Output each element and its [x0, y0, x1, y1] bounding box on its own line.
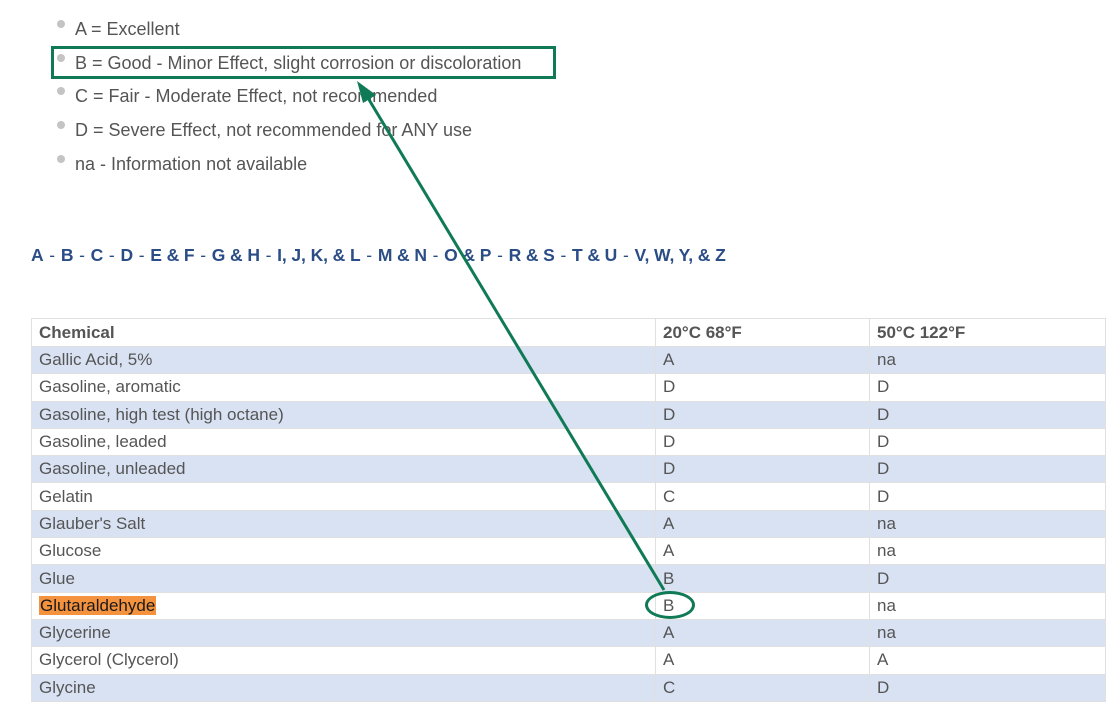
- rating-20c-cell: A: [655, 537, 870, 566]
- chemical-cell: Gelatin: [31, 482, 656, 511]
- table-row: Glutaraldehyde Bna: [31, 591, 1106, 620]
- table-row: Gasoline, high test (high octane) D D: [31, 400, 1106, 429]
- rating-50c-cell: D: [869, 564, 1106, 593]
- rating-legend: A = Excellent B = Good - Minor Effect, sl…: [55, 15, 521, 183]
- legend-item: C = Fair - Moderate Effect, not recommen…: [55, 82, 521, 116]
- chemical-cell: Glauber's Salt: [31, 509, 656, 539]
- chemical-cell: Glycerol (Clycerol): [31, 646, 656, 675]
- nav-separator: -: [361, 245, 377, 265]
- nav-separator: -: [74, 245, 90, 265]
- header-chemical: Chemical: [31, 318, 656, 347]
- rating-20c-cell: D: [655, 373, 870, 402]
- chemical-cell: Glue: [31, 564, 656, 593]
- rating-20c-cell: C: [655, 482, 870, 511]
- chemical-cell: Glucose: [31, 537, 656, 566]
- rating-20c-cell: D: [655, 455, 870, 484]
- rating-50c-cell: na: [869, 618, 1106, 648]
- legend-item-text: A = Excellent: [75, 19, 180, 39]
- legend-item: na - Information not available: [55, 150, 521, 184]
- legend-item: A = Excellent: [55, 15, 521, 49]
- chemical-cell: Gasoline, leaded: [31, 427, 656, 457]
- header-50c: 50°C 122°F: [869, 318, 1106, 347]
- rating-50c-cell: na: [869, 591, 1106, 620]
- nav-link[interactable]: B: [61, 245, 74, 265]
- nav-separator: -: [492, 245, 508, 265]
- rating-50c-cell: D: [869, 427, 1106, 457]
- nav-link[interactable]: C: [91, 245, 104, 265]
- legend-highlight-box: [51, 46, 556, 79]
- chemical-cell: Glycerine: [31, 618, 656, 648]
- rating-50c-cell: D: [869, 455, 1106, 484]
- nav-link[interactable]: E & F: [150, 245, 194, 265]
- nav-link[interactable]: R & S: [509, 245, 555, 265]
- chemical-cell: Glycine: [31, 673, 656, 702]
- rating-50c-cell: D: [869, 673, 1106, 702]
- table-row: Glycerol (Clycerol) A A: [31, 646, 1106, 675]
- rating-20c-cell: A: [655, 345, 870, 375]
- nav-link[interactable]: A: [31, 245, 44, 265]
- nav-separator: -: [104, 245, 120, 265]
- table-row: Glucose Ana: [31, 537, 1106, 566]
- table-row: Glycine C D: [31, 673, 1106, 702]
- nav-link[interactable]: I, J, K, & L: [277, 245, 361, 265]
- table-row: Gelatin C D: [31, 482, 1106, 511]
- bullet-icon: [57, 87, 65, 96]
- nav-link[interactable]: V, W, Y, & Z: [635, 245, 726, 265]
- chemical-cell: Gallic Acid, 5%: [31, 345, 656, 375]
- rating-20c-cell: D: [655, 427, 870, 457]
- rating-20c-cell: A: [655, 509, 870, 539]
- nav-link[interactable]: D: [120, 245, 133, 265]
- rating-20c-cell: D: [655, 400, 870, 429]
- nav-separator: -: [260, 245, 277, 265]
- chemical-cell: Glutaraldehyde: [31, 591, 656, 620]
- rating-50c-cell: D: [869, 482, 1106, 511]
- legend-item: D = Severe Effect, not recommended for A…: [55, 116, 521, 150]
- table-row: Gasoline, aromatic D D: [31, 373, 1106, 402]
- nav-separator: -: [133, 245, 150, 265]
- header-20c: 20°C 68°F: [655, 318, 870, 347]
- nav-link[interactable]: M & N: [378, 245, 427, 265]
- table-row: Gallic Acid, 5% Ana: [31, 345, 1106, 375]
- rating-20c-cell: B: [655, 564, 870, 593]
- rating-50c-cell: na: [869, 345, 1106, 375]
- nav-link[interactable]: O & P: [444, 245, 491, 265]
- rating-50c-cell: A: [869, 646, 1106, 675]
- table-row: Glauber's Salt Ana: [31, 509, 1106, 539]
- nav-separator: -: [618, 245, 634, 265]
- rating-50c-cell: D: [869, 373, 1106, 402]
- rating-highlight-circle: [645, 591, 695, 619]
- nav-separator: -: [427, 245, 444, 265]
- table-row: Gasoline, unleaded D D: [31, 455, 1106, 484]
- table-row: Glue B D: [31, 564, 1106, 593]
- bullet-icon: [57, 154, 65, 163]
- nav-link[interactable]: G & H: [212, 245, 260, 265]
- nav-separator: -: [195, 245, 211, 265]
- nav-separator: -: [555, 245, 572, 265]
- table-row: Gasoline, leaded D D: [31, 427, 1106, 457]
- bullet-icon: [57, 121, 65, 130]
- chemical-cell: Gasoline, unleaded: [31, 455, 656, 484]
- alphabet-nav: A - B - C - D - E & F - G & H - I, J, K,…: [31, 245, 726, 266]
- rating-50c-cell: D: [869, 400, 1106, 429]
- legend-item-text: na - Information not available: [75, 153, 308, 174]
- legend-item-text: C = Fair - Moderate Effect, not recommen…: [75, 86, 438, 107]
- rating-50c-cell: na: [869, 537, 1106, 566]
- rating-50c-cell: na: [869, 509, 1106, 539]
- nav-separator: -: [44, 245, 60, 265]
- chemical-compatibility-table: Chemical 20°C 68°F 50°C 122°F Gallic Aci…: [31, 318, 1106, 702]
- chemical-cell: Gasoline, aromatic: [31, 373, 656, 402]
- rating-20c-cell: C: [655, 673, 870, 702]
- legend-item-text: D = Severe Effect, not recommended for A…: [75, 120, 473, 141]
- table-header-row: Chemical 20°C 68°F 50°C 122°F: [31, 318, 1106, 347]
- chemical-cell: Gasoline, high test (high octane): [31, 400, 656, 429]
- bullet-icon: [57, 20, 65, 28]
- search-highlight: Glutaraldehyde: [39, 595, 157, 615]
- nav-link[interactable]: T & U: [572, 245, 617, 265]
- rating-20c-cell: A: [655, 646, 870, 675]
- table-row: Glycerine Ana: [31, 618, 1106, 648]
- rating-20c-cell: A: [655, 618, 870, 648]
